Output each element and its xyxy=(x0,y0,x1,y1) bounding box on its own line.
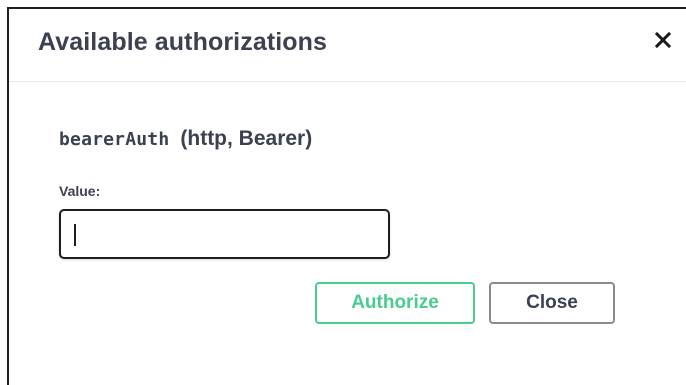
scheme-type: (http, Bearer) xyxy=(180,127,313,150)
authorization-modal: Available authorizations xyxy=(7,7,686,385)
scheme-name: bearerAuth xyxy=(59,129,170,150)
modal-header: Available authorizations xyxy=(9,9,686,82)
authorize-button[interactable]: Authorize xyxy=(315,282,475,324)
close-x-glyph xyxy=(655,32,671,48)
close-button[interactable]: Close xyxy=(489,282,615,324)
bearer-value-input[interactable] xyxy=(59,209,390,259)
modal-title: Available authorizations xyxy=(38,28,328,56)
value-label: Value: xyxy=(59,183,101,199)
text-caret xyxy=(74,224,76,246)
auth-scheme-heading: bearerAuth (http, Bearer) xyxy=(59,127,312,151)
close-x-icon[interactable] xyxy=(650,27,676,53)
